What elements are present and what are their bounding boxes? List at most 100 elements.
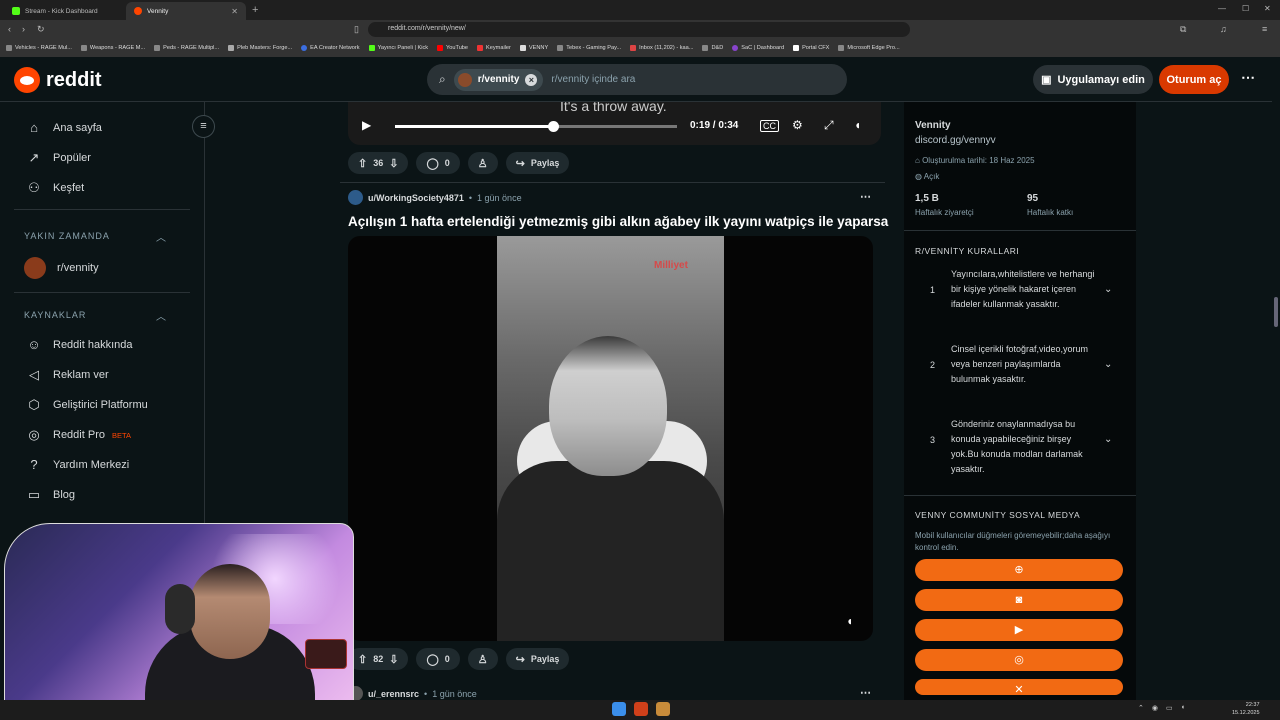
more-options-icon[interactable]: ⋯	[1241, 69, 1255, 86]
bookmark-item[interactable]: Microsoft Edge Pro...	[838, 45, 900, 51]
page-scrollbar[interactable]	[1272, 57, 1280, 700]
comments-button[interactable]: ◯ 0	[416, 152, 460, 174]
get-app-button[interactable]: ▣ Uygulamayı edin	[1033, 65, 1153, 94]
social-instagram-button[interactable]: ◎	[915, 649, 1123, 671]
extensions-icon[interactable]: ⧉	[1180, 24, 1186, 35]
tab-kick-dashboard[interactable]: Stream - Kick Dashboard	[4, 2, 124, 20]
recent-item-vennity[interactable]: r/vennity	[24, 257, 99, 279]
bookmark-item[interactable]: EA Creator Network	[301, 45, 360, 51]
share-button[interactable]: ↪ Paylaş	[505, 648, 570, 670]
taskbar-clock[interactable]: 22:37 15.12.2025	[1232, 701, 1260, 717]
post-options-icon[interactable]: ⋯	[860, 190, 871, 203]
bookmark-item[interactable]: Peds - RAGE Multipl...	[154, 45, 219, 51]
menu-icon[interactable]: ≡	[1262, 24, 1267, 34]
tab-vennity[interactable]: Vennity ✕	[126, 2, 246, 20]
video-player[interactable]: It's a throw away. ▶ 0:19 / 0:34 CC ⚙ ⤢ …	[348, 102, 881, 145]
nav-help-center[interactable]: ? Yardım Merkezi	[26, 457, 129, 473]
social-youtube-button[interactable]: ▶	[915, 619, 1123, 641]
network-icon[interactable]: ▭	[1166, 704, 1173, 712]
post-options-icon[interactable]: ⋯	[860, 686, 871, 699]
nav-home[interactable]: ⌂ Ana sayfa	[26, 120, 102, 136]
bookmark-item[interactable]: Weapons - RAGE M...	[80, 45, 145, 51]
bookmark-item[interactable]: YouTube	[437, 45, 468, 51]
comments-button[interactable]: ◯ 0	[416, 648, 460, 670]
award-button[interactable]: ♙	[467, 152, 498, 174]
clear-chip-icon[interactable]: ×	[525, 73, 538, 86]
new-tab-button[interactable]: +	[252, 4, 258, 16]
captions-icon[interactable]: CC	[760, 120, 779, 132]
settings-icon[interactable]: ⚙	[792, 118, 803, 132]
divider	[14, 209, 190, 210]
bookmark-item[interactable]: Yayıncı Paneli | Kick	[368, 45, 428, 51]
url-field[interactable]: reddit.com/r/vennity/new/	[368, 22, 910, 37]
close-tab-icon[interactable]: ✕	[231, 7, 238, 16]
nav-about-reddit[interactable]: ☺ Reddit hakkında	[26, 337, 132, 353]
community-search-chip[interactable]: r/vennity ×	[453, 68, 544, 91]
bookmark-item[interactable]: VENNY	[519, 45, 548, 51]
volume-tray-icon[interactable]: ◖	[1181, 704, 1185, 712]
rule-item[interactable]: 2 Cinsel içerikli fotoğraf,video,yorum v…	[915, 342, 1125, 402]
minimize-button[interactable]: —	[1218, 4, 1226, 13]
seek-handle[interactable]	[547, 121, 559, 132]
recent-section-header[interactable]: YAKIN ZAMANDA ︿	[24, 231, 166, 244]
award-button[interactable]: ♙	[467, 648, 498, 670]
bookmark-item[interactable]: Inbox (11,202) - kaa...	[630, 45, 693, 51]
tray-app-icon[interactable]: ◉	[1152, 704, 1158, 712]
volume-icon[interactable]: ◖	[846, 614, 853, 628]
tray-chevron-icon[interactable]: ⌃	[1138, 704, 1144, 712]
bookmark-item[interactable]: Tebex - Gaming Pay...	[557, 45, 621, 51]
downvote-icon[interactable]: ⇩	[389, 653, 398, 666]
social-discord-button[interactable]: ◙	[915, 589, 1123, 611]
bookmark-item[interactable]: D&D	[702, 45, 723, 51]
nav-reddit-pro[interactable]: ◎ Reddit Pro BETA	[26, 427, 131, 443]
music-icon[interactable]: ♫	[1220, 24, 1227, 34]
post-video[interactable]: Milliyet ◖	[348, 236, 873, 641]
browser-tab-bar: Stream - Kick Dashboard Vennity ✕ + — ☐ …	[0, 0, 1280, 20]
bookmark-icon[interactable]: ▯	[354, 24, 359, 35]
rule-text: Cinsel içerikli fotoğraf,video,yorum vey…	[951, 344, 1089, 384]
login-button[interactable]: Oturum aç	[1159, 65, 1229, 94]
community-link[interactable]: discord.gg/vennyv	[915, 135, 996, 146]
close-window-button[interactable]: ✕	[1264, 4, 1271, 13]
reddit-logo[interactable]: reddit	[14, 67, 102, 93]
nav-blog[interactable]: ▭ Blog	[26, 487, 75, 503]
windows-start-icon[interactable]	[612, 702, 626, 716]
nav-advertise[interactable]: ◁ Reklam ver	[26, 367, 109, 383]
search-bar[interactable]: ⌕ r/vennity × r/vennity içinde ara	[427, 64, 847, 95]
post-author[interactable]: u/WorkingSociety4871	[368, 193, 464, 203]
social-web-button[interactable]: ⊕	[915, 559, 1123, 581]
maximize-button[interactable]: ☐	[1242, 4, 1249, 13]
scrollbar-thumb[interactable]	[1274, 297, 1278, 327]
collapse-sidebar-button[interactable]: ≡	[192, 115, 215, 138]
bookmark-item[interactable]: Vehicles - RAGE Mul...	[6, 45, 72, 51]
back-icon[interactable]: ‹	[8, 24, 11, 34]
fullscreen-icon[interactable]: ⤢	[824, 118, 834, 133]
user-avatar[interactable]	[348, 190, 363, 205]
social-x-button[interactable]: ✕	[915, 679, 1123, 696]
forward-icon[interactable]: ›	[22, 24, 25, 34]
share-button[interactable]: ↪ Paylaş	[505, 152, 570, 174]
upvote-icon[interactable]: ⇧	[358, 157, 367, 170]
resources-section-header[interactable]: KAYNAKLAR ︿	[24, 310, 166, 323]
rule-item[interactable]: 1 Yayıncılara,whitelistlere ve herhangi …	[915, 267, 1125, 327]
reload-icon[interactable]: ↻	[37, 24, 45, 35]
bookmark-item[interactable]: Portal CFX	[793, 45, 829, 51]
post-author[interactable]: u/_erennsrc	[368, 689, 419, 699]
nav-developer-platform[interactable]: ⬡ Geliştirici Platformu	[26, 397, 147, 413]
bookmark-item[interactable]: Keymailer	[477, 45, 511, 51]
upvote-icon[interactable]: ⇧	[358, 653, 367, 666]
nav-popular[interactable]: ↗ Popüler	[26, 150, 91, 166]
app-icon[interactable]	[656, 702, 670, 716]
share-icon: ↪	[515, 157, 525, 170]
bookmark-item[interactable]: Pleb Masters: Forge...	[228, 45, 292, 51]
play-icon[interactable]: ▶	[362, 118, 371, 132]
search-input[interactable]: r/vennity içinde ara	[551, 74, 635, 85]
bookmark-item[interactable]: SaC | Dashboard	[732, 45, 784, 51]
post-title[interactable]: Açılışın 1 hafta ertelendiği yetmezmiş g…	[348, 214, 888, 229]
rule-item[interactable]: 3 Gönderiniz onaylanmadıysa bu konuda ya…	[915, 417, 1125, 477]
video-seek-bar[interactable]	[395, 121, 677, 132]
nav-explore[interactable]: ⚇ Keşfet	[26, 180, 84, 196]
volume-icon[interactable]: ◖	[854, 118, 861, 132]
downvote-icon[interactable]: ⇩	[389, 157, 398, 170]
brave-browser-icon[interactable]	[634, 702, 648, 716]
